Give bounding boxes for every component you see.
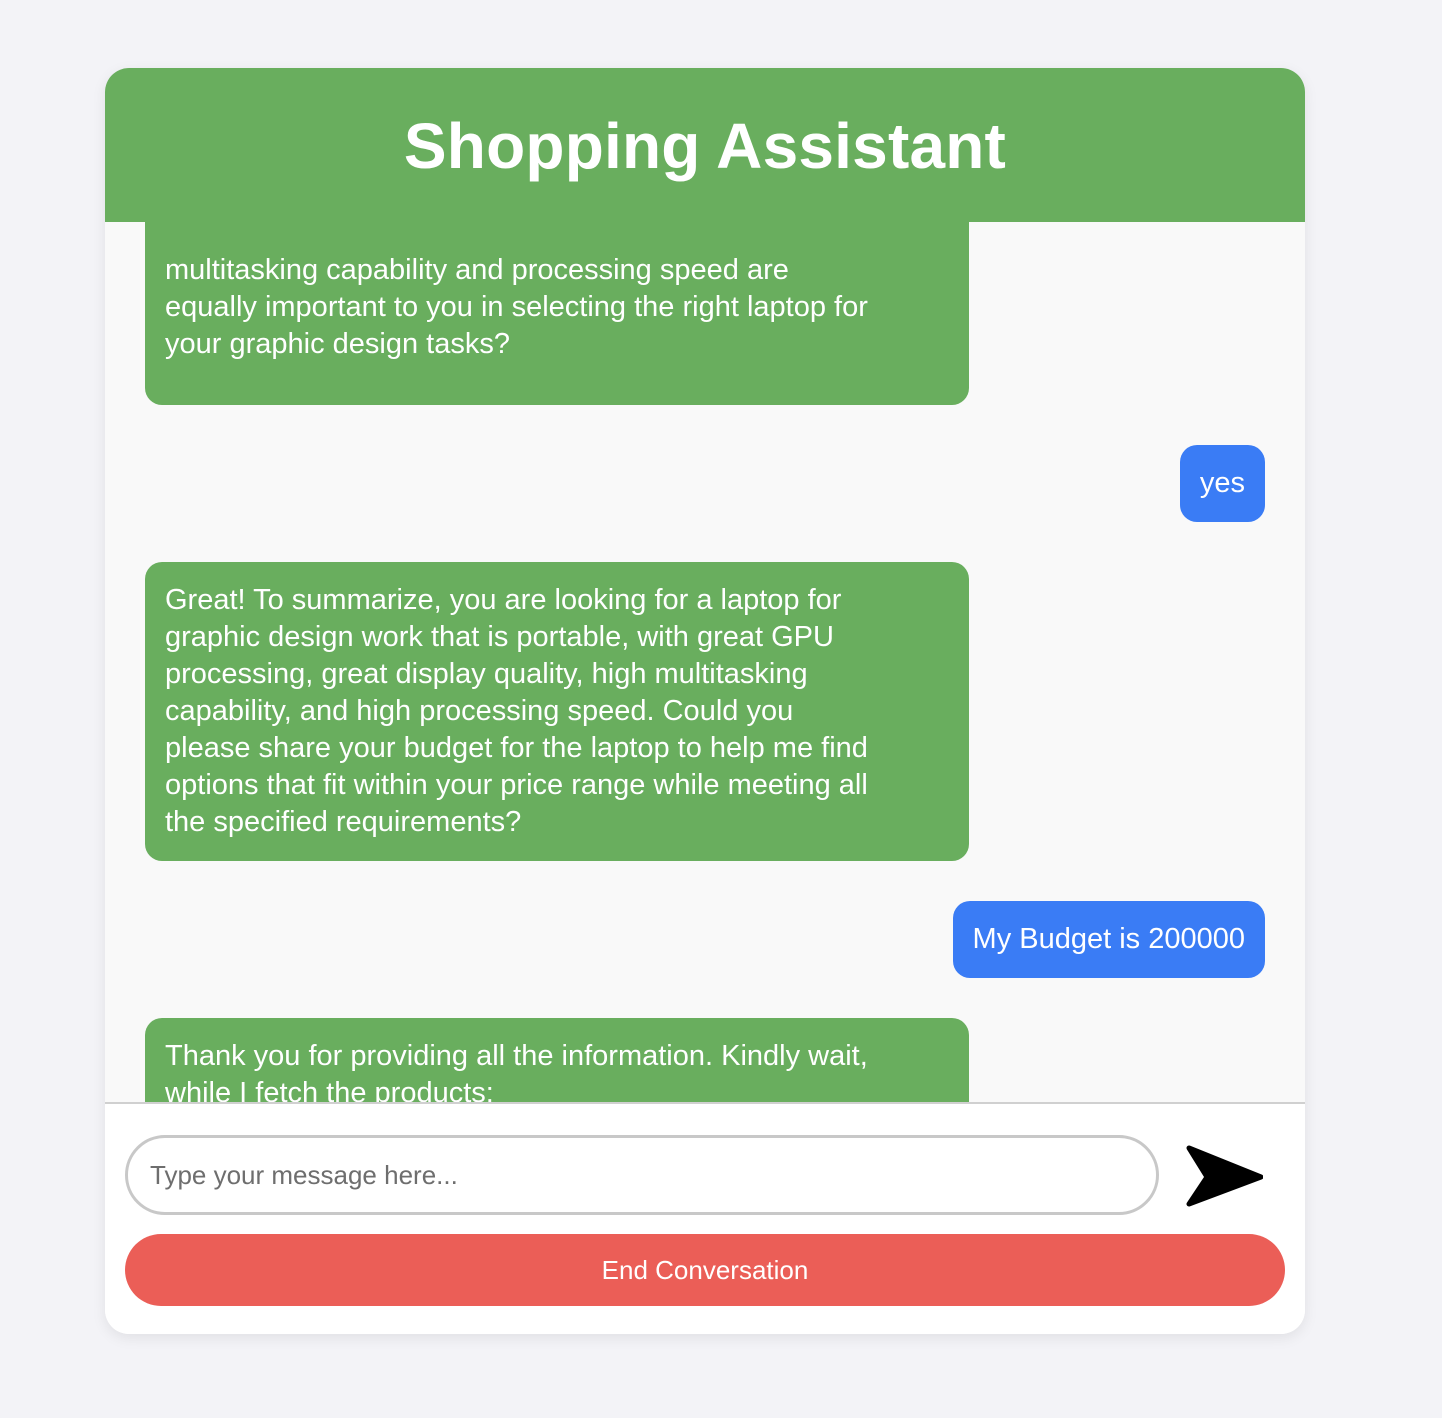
assistant-message: multitasking capability and processing s…	[145, 222, 969, 405]
message-composer: End Conversation	[105, 1102, 1305, 1334]
send-button[interactable]	[1183, 1142, 1264, 1208]
chat-header: Shopping Assistant	[105, 68, 1305, 222]
user-message: yes	[1179, 445, 1265, 522]
send-icon	[1186, 1145, 1264, 1207]
message-list[interactable]: multitasking capability and processing s…	[105, 222, 1305, 1102]
assistant-message: Thank you for providing all the informat…	[145, 1018, 969, 1102]
message-input[interactable]	[125, 1135, 1159, 1215]
assistant-message: Great! To summarize, you are looking for…	[145, 562, 969, 861]
end-conversation-button[interactable]: End Conversation	[125, 1234, 1285, 1306]
chat-window: Shopping Assistant multitasking capabili…	[105, 68, 1305, 1334]
page-title: Shopping Assistant	[403, 110, 1007, 182]
user-message: My Budget is 200000	[952, 901, 1265, 978]
